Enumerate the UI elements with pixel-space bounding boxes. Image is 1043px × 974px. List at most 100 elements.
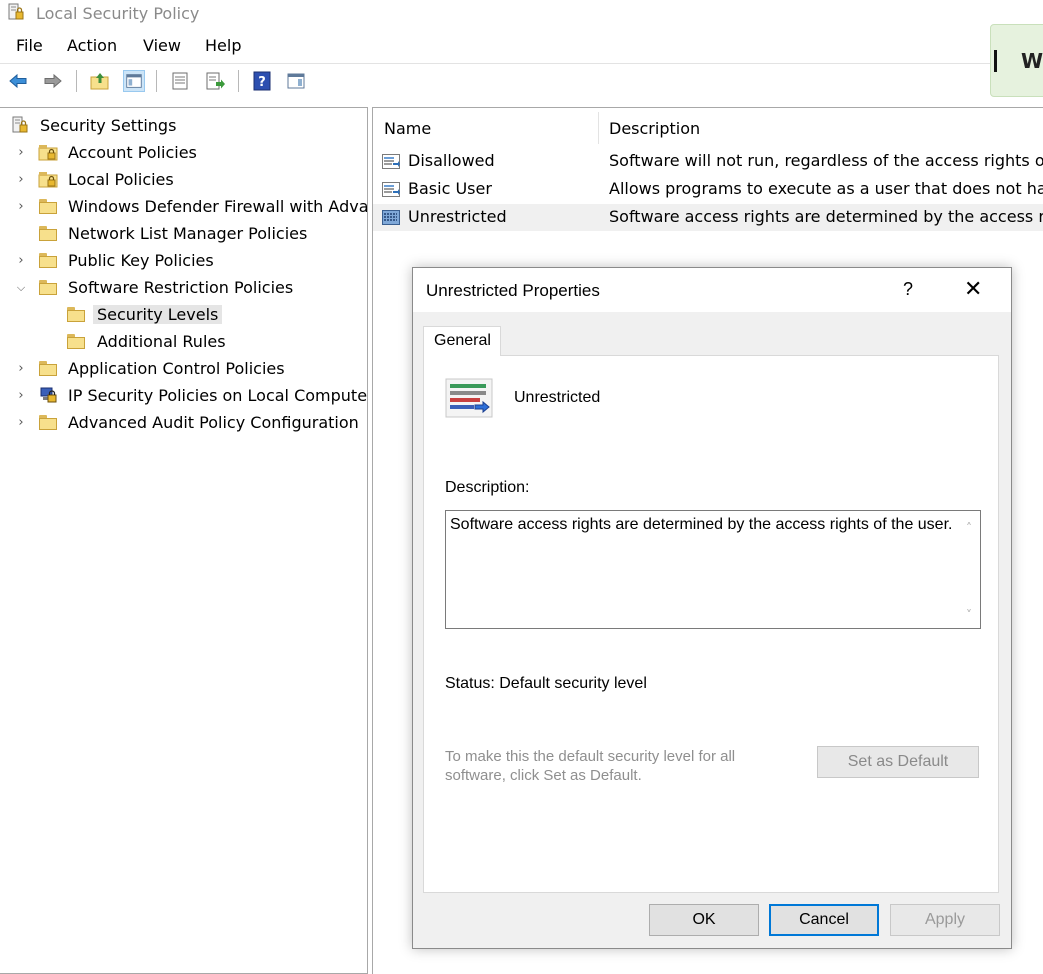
list-row-description: Allows programs to execute as a user tha… <box>609 179 1043 198</box>
security-level-large-icon <box>445 378 493 418</box>
local-security-policy-icon <box>8 3 24 20</box>
cancel-button[interactable]: Cancel <box>769 904 879 936</box>
tree-item-security-settings[interactable]: Security Settings <box>0 114 367 141</box>
close-button[interactable]: ✕ <box>964 276 982 302</box>
toolbar-separator <box>76 70 77 92</box>
help-icon[interactable]: ? <box>251 70 273 92</box>
export-list-icon[interactable] <box>204 70 226 92</box>
list-row-description: Software will not run, regardless of the… <box>609 151 1043 170</box>
list-row-disallowed[interactable]: Disallowed Software will not run, regard… <box>373 148 1043 175</box>
folder-icon <box>38 198 58 215</box>
set-as-default-button[interactable]: Set as Default <box>817 746 979 778</box>
tree-item-label: Security Settings <box>40 116 177 135</box>
folder-icon <box>66 306 86 323</box>
tree-item-label: Windows Defender Firewall with Adva <box>68 197 368 216</box>
general-tab-page: Unrestricted Description: Software acces… <box>423 355 999 893</box>
security-level-name: Unrestricted <box>514 389 601 406</box>
locked-folder-icon <box>38 172 58 188</box>
show-hide-action-pane-icon[interactable] <box>285 70 307 92</box>
folder-icon <box>38 360 58 377</box>
tree-item-label: Application Control Policies <box>68 359 285 378</box>
tree-item-local-policies[interactable]: › Local Policies <box>0 168 367 195</box>
tree-item-security-levels[interactable]: Security Levels <box>0 303 367 330</box>
window-title: Local Security Policy <box>36 4 200 23</box>
tree-item-account-policies[interactable]: › Account Policies <box>0 141 367 168</box>
apply-button[interactable]: Apply <box>890 904 1000 936</box>
up-folder-icon[interactable] <box>89 70 111 92</box>
tree-item-ip-security-policies[interactable]: › IP Security Policies on Local Compute <box>0 384 368 411</box>
menu-help[interactable]: Help <box>205 36 241 55</box>
chevron-right-icon[interactable]: › <box>14 146 28 160</box>
column-header-description[interactable]: Description <box>609 119 700 138</box>
notification-text: W <box>1021 49 1043 73</box>
chevron-right-icon[interactable]: › <box>14 389 28 403</box>
forward-arrow-icon[interactable] <box>42 70 64 92</box>
console-tree: Security Settings › Account Policies › L… <box>0 107 368 974</box>
security-level-icon <box>382 182 400 197</box>
tree-item-label: Local Policies <box>68 170 174 189</box>
scroll-up-icon[interactable]: ˄ <box>966 521 972 535</box>
ip-security-icon <box>40 387 57 403</box>
tree-item-application-control-policies[interactable]: › Application Control Policies <box>0 357 367 384</box>
set-default-hint: To make this the default security level … <box>445 748 736 784</box>
notification-toast[interactable]: W <box>990 24 1043 97</box>
list-row-name: Unrestricted <box>408 207 507 226</box>
tree-item-label: IP Security Policies on Local Compute <box>68 386 368 405</box>
status-text: Status: Default security level <box>445 675 647 692</box>
description-textbox[interactable]: Software access rights are determined by… <box>445 510 981 629</box>
tab-general[interactable]: General <box>423 326 501 356</box>
ok-button[interactable]: OK <box>649 904 759 936</box>
tree-item-advanced-audit-policy[interactable]: › Advanced Audit Policy Configuration <box>0 411 367 438</box>
chevron-right-icon[interactable]: › <box>14 200 28 214</box>
notification-bar <box>994 50 997 72</box>
tree-item-label: Account Policies <box>68 143 197 162</box>
menu-action[interactable]: Action <box>67 36 117 55</box>
tree-item-label: Additional Rules <box>97 332 226 351</box>
chevron-right-icon[interactable]: › <box>14 362 28 376</box>
column-header-name[interactable]: Name <box>384 119 431 138</box>
menu-file[interactable]: File <box>16 36 43 55</box>
security-settings-icon <box>12 116 28 133</box>
folder-icon <box>38 279 58 296</box>
description-text: Software access rights are determined by… <box>450 516 953 533</box>
dialog-title-bar[interactable]: Unrestricted Properties ? ✕ <box>413 268 1011 312</box>
chevron-right-icon[interactable]: › <box>14 254 28 268</box>
scroll-down-icon[interactable]: ˅ <box>966 608 972 622</box>
chevron-down-icon[interactable]: ⌵ <box>14 281 28 295</box>
folder-icon <box>38 414 58 431</box>
chevron-right-icon[interactable]: › <box>14 416 28 430</box>
security-level-icon <box>382 154 400 169</box>
list-row-name: Basic User <box>408 179 492 198</box>
list-row-basic-user[interactable]: Basic User Allows programs to execute as… <box>373 176 1043 203</box>
folder-icon <box>38 225 58 242</box>
svg-text:?: ? <box>258 75 266 90</box>
description-label: Description: <box>445 479 530 496</box>
tree-item-label: Software Restriction Policies <box>68 278 294 297</box>
menu-view[interactable]: View <box>143 36 181 55</box>
list-header: Name Description <box>373 108 1043 148</box>
show-hide-console-tree-icon[interactable] <box>123 70 145 92</box>
tree-item-windows-defender-firewall[interactable]: › Windows Defender Firewall with Adva <box>0 195 368 222</box>
back-arrow-icon[interactable] <box>7 70 29 92</box>
chevron-right-icon[interactable]: › <box>14 173 28 187</box>
tree-item-label: Advanced Audit Policy Configuration <box>68 413 359 432</box>
unrestricted-properties-dialog: Unrestricted Properties ? ✕ General Unre… <box>412 267 1012 949</box>
toolbar-separator <box>238 70 239 92</box>
tree-item-network-list-manager[interactable]: Network List Manager Policies <box>0 222 367 249</box>
locked-folder-icon <box>38 145 58 161</box>
tree-item-additional-rules[interactable]: Additional Rules <box>0 330 367 357</box>
column-divider[interactable] <box>598 112 599 144</box>
tree-item-software-restriction-policies[interactable]: ⌵ Software Restriction Policies <box>0 276 367 303</box>
toolbar-separator <box>156 70 157 92</box>
tree-item-label: Security Levels <box>93 305 223 324</box>
list-row-unrestricted[interactable]: Unrestricted Software access rights are … <box>373 204 1043 231</box>
help-button[interactable]: ? <box>903 279 913 300</box>
folder-icon <box>38 252 58 269</box>
dialog-title: Unrestricted Properties <box>426 281 600 300</box>
toolbar: ? <box>0 66 1043 96</box>
default-security-level-icon <box>382 210 400 225</box>
menu-separator <box>0 63 990 64</box>
properties-icon[interactable] <box>169 70 191 92</box>
tree-item-public-key-policies[interactable]: › Public Key Policies <box>0 249 367 276</box>
tab-general-label: General <box>434 332 491 349</box>
